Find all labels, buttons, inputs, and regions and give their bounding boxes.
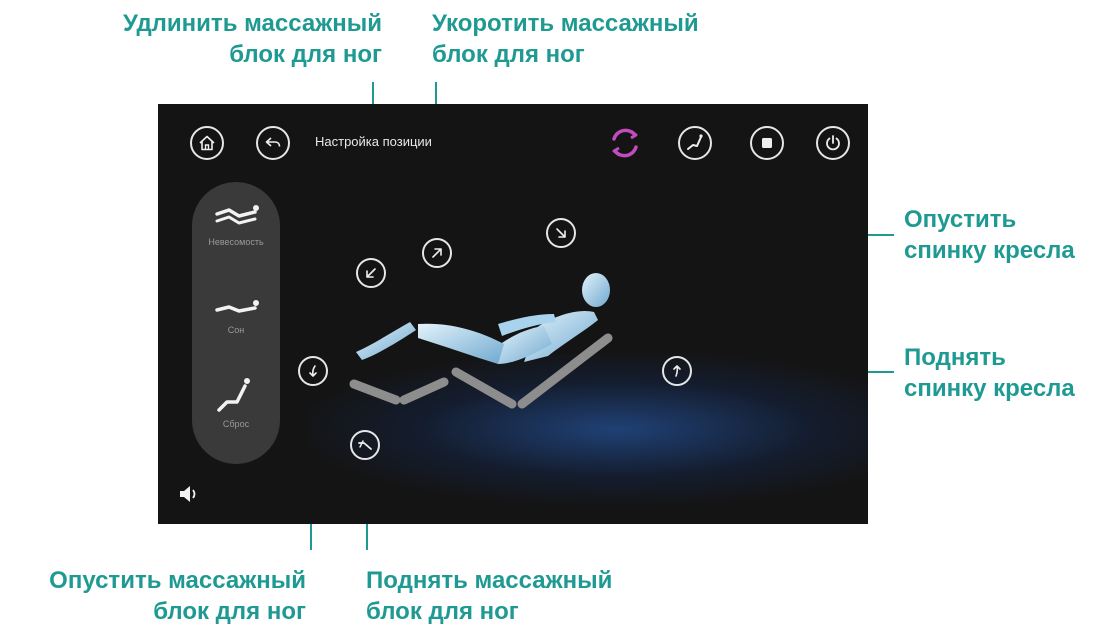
mode-label-sleep: Сон [227, 325, 245, 335]
stop-icon [762, 138, 772, 148]
home-icon [199, 135, 215, 151]
mode-label-zero-gravity: Невесомость [208, 237, 264, 247]
chair-position-icon [687, 134, 703, 150]
mode-sleep[interactable]: Сон [192, 294, 280, 335]
power-icon [826, 135, 840, 151]
back-button[interactable] [256, 126, 290, 160]
chair-control-screen: Настройка позиции Невесомость Сон Сброс [158, 104, 868, 524]
mode-label-reset: Сброс [222, 419, 250, 429]
callout-raise-leg-block: Поднять массажный блок для ног [366, 567, 613, 625]
mode-reset[interactable]: Сброс [192, 376, 280, 429]
screen-title: Настройка позиции [315, 134, 432, 149]
back-icon [265, 137, 281, 147]
chair-figure-illustration [349, 273, 613, 409]
lower-leg-block-button[interactable] [298, 356, 328, 386]
callout-lower-leg-block: Опустить массажный блок для ног [49, 567, 306, 625]
callout-raise-backrest: Поднять спинку кресла [904, 344, 1075, 402]
reset-chair-icon [217, 378, 250, 412]
stop-button[interactable] [750, 126, 784, 160]
home-button[interactable] [190, 126, 224, 160]
mode-zero-gravity[interactable]: Невесомость [192, 202, 280, 247]
raise-backrest-button[interactable] [662, 356, 692, 386]
lower-backrest-button[interactable] [546, 218, 576, 248]
sleep-icon [215, 300, 259, 313]
volume-button[interactable] [178, 484, 200, 509]
sync-icon [612, 128, 638, 158]
speaker-icon [180, 486, 196, 502]
zero-gravity-icon [215, 205, 259, 225]
arrow-curve-down-icon [309, 365, 317, 377]
mode-panel: Невесомость Сон Сброс [192, 182, 280, 464]
callout-shorten-leg-block: Укоротить массажный блок для ног [432, 10, 699, 68]
chair-position-button[interactable] [678, 126, 712, 160]
callout-extend-leg-block: Удлинить массажный блок для ног [123, 10, 382, 68]
arrow-up-right-icon [432, 248, 442, 258]
arrow-curve-up-icon [673, 365, 681, 377]
power-button[interactable] [816, 126, 850, 160]
raise-leg-block-button[interactable] [350, 430, 380, 460]
sync-button[interactable] [606, 124, 644, 162]
leg-raise-icon [358, 440, 372, 450]
callout-lower-backrest: Опустить спинку кресла [904, 206, 1075, 264]
arrow-down-right-icon [556, 228, 566, 238]
